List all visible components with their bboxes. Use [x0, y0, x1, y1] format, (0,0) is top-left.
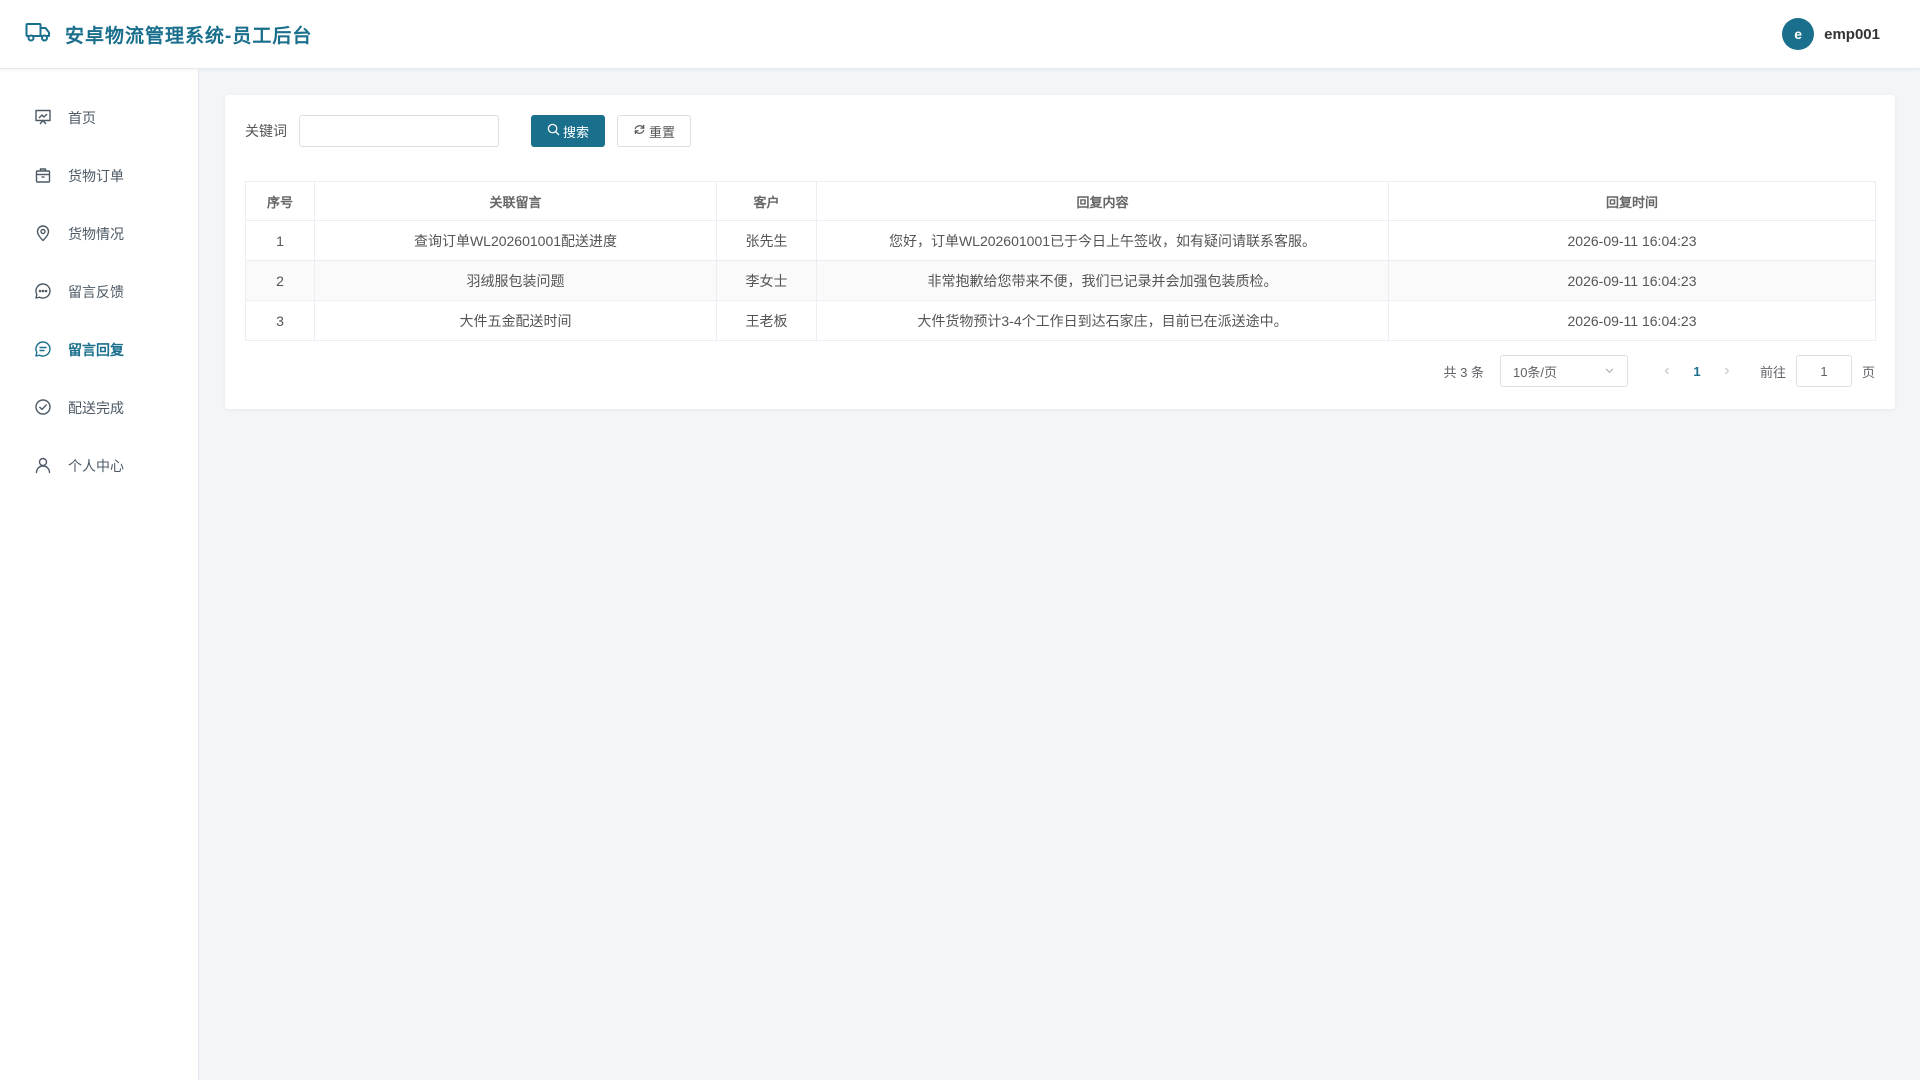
cell-message: 查询订单WL202601001配送进度 — [314, 220, 717, 261]
next-page-icon[interactable]: › — [1712, 362, 1742, 380]
keyword-input[interactable] — [299, 115, 499, 147]
user-icon — [34, 456, 52, 477]
table-header-row: 序号 关联留言 客户 回复内容 回复时间 — [245, 181, 1876, 221]
sidebar-item-label: 个人中心 — [68, 458, 124, 474]
page-number-current[interactable]: 1 — [1682, 364, 1712, 379]
pagination: 共 3 条 10条/页 ‹ 1 › 前往 页 — [1443, 355, 1875, 387]
page-size-value: 10条/页 — [1512, 364, 1558, 380]
package-icon — [34, 166, 52, 187]
cell-time: 2026-09-11 16:04:23 — [1388, 260, 1876, 301]
check-circle-icon — [34, 398, 52, 419]
chevron-down-icon — [1604, 364, 1615, 379]
cell-index: 2 — [245, 260, 315, 301]
sidebar-item-label: 留言回复 — [68, 342, 124, 358]
table-row[interactable]: 1 查询订单WL202601001配送进度 张先生 您好，订单WL2026010… — [245, 220, 1876, 261]
page-size-select[interactable]: 10条/页 — [1499, 355, 1628, 387]
sidebar-item-label: 首页 — [68, 110, 96, 126]
column-header-time[interactable]: 回复时间 — [1388, 181, 1876, 221]
truck-icon — [25, 21, 51, 48]
search-button[interactable]: 搜索 — [531, 115, 605, 147]
username[interactable]: emp001 — [1824, 26, 1880, 43]
sidebar-item-label: 配送完成 — [68, 400, 124, 416]
sidebar-item-label: 留言反馈 — [68, 284, 124, 300]
reply-table: 序号 关联留言 客户 回复内容 回复时间 1 查询订单WL202601001配送… — [245, 181, 1876, 341]
cell-reply: 您好，订单WL202601001已于今日上午签收，如有疑问请联系客服。 — [816, 220, 1389, 261]
table-row[interactable]: 2 羽绒服包装问题 李女士 非常抱歉给您带来不便，我们已记录并会加强包装质检。 … — [245, 260, 1876, 301]
content-card: 关键词 搜索 重置 序号 关联留言 客户 回复内容 回复时间 1 查询订单WL2… — [225, 95, 1895, 409]
cell-time: 2026-09-11 16:04:23 — [1388, 220, 1876, 261]
app-header: 安卓物流管理系统-员工后台 e emp001 — [0, 0, 1920, 69]
sidebar-item-replies[interactable]: 留言回复 — [0, 321, 198, 379]
column-header-customer[interactable]: 客户 — [716, 181, 817, 221]
cell-customer: 李女士 — [716, 260, 817, 301]
sidebar: 首页 货物订单 货物情况 留言反馈 留言回复 配送完成 个人中心 — [0, 69, 199, 1080]
search-button-label: 搜索 — [562, 124, 589, 140]
sidebar-item-profile[interactable]: 个人中心 — [0, 437, 198, 495]
cell-time: 2026-09-11 16:04:23 — [1388, 300, 1876, 341]
column-header-reply[interactable]: 回复内容 — [816, 181, 1389, 221]
sidebar-item-orders[interactable]: 货物订单 — [0, 147, 198, 205]
sidebar-item-label: 货物订单 — [68, 168, 124, 184]
sidebar-item-feedback[interactable]: 留言反馈 — [0, 263, 198, 321]
pagination-total: 共 3 条 — [1443, 364, 1484, 380]
cell-message: 大件五金配送时间 — [314, 300, 717, 341]
cell-index: 3 — [245, 300, 315, 341]
reset-button-label: 重置 — [648, 124, 675, 140]
cell-reply: 大件货物预计3-4个工作日到达石家庄，目前已在派送途中。 — [816, 300, 1389, 341]
column-header-index[interactable]: 序号 — [245, 181, 315, 221]
brand: 安卓物流管理系统-员工后台 — [25, 21, 312, 48]
search-bar: 关键词 搜索 重置 — [245, 115, 691, 147]
location-pin-icon — [34, 224, 52, 245]
cell-customer: 王老板 — [716, 300, 817, 341]
chat-dots-icon — [34, 282, 52, 303]
goto-page-input[interactable] — [1795, 355, 1852, 387]
reset-button[interactable]: 重置 — [617, 115, 691, 147]
table-row[interactable]: 3 大件五金配送时间 王老板 大件货物预计3-4个工作日到达石家庄，目前已在派送… — [245, 300, 1876, 341]
presentation-icon — [34, 108, 52, 129]
prev-page-icon[interactable]: ‹ — [1652, 362, 1682, 380]
search-icon — [547, 123, 560, 139]
cell-reply: 非常抱歉给您带来不便，我们已记录并会加强包装质检。 — [816, 260, 1389, 301]
sidebar-item-home[interactable]: 首页 — [0, 89, 198, 147]
search-label: 关键词 — [245, 123, 287, 139]
goto-suffix: 页 — [1861, 364, 1875, 380]
sidebar-item-label: 货物情况 — [68, 226, 124, 242]
cell-customer: 张先生 — [716, 220, 817, 261]
refresh-icon — [633, 123, 646, 139]
chat-lines-icon — [34, 340, 52, 361]
avatar[interactable]: e — [1782, 18, 1815, 50]
cell-message: 羽绒服包装问题 — [314, 260, 717, 301]
goto-label: 前往 — [1759, 364, 1786, 380]
column-header-message[interactable]: 关联留言 — [314, 181, 717, 221]
user-menu[interactable]: e emp001 — [1782, 18, 1880, 50]
cell-index: 1 — [245, 220, 315, 261]
app-title: 安卓物流管理系统-员工后台 — [65, 25, 313, 47]
sidebar-item-delivered[interactable]: 配送完成 — [0, 379, 198, 437]
sidebar-item-cargo-status[interactable]: 货物情况 — [0, 205, 198, 263]
